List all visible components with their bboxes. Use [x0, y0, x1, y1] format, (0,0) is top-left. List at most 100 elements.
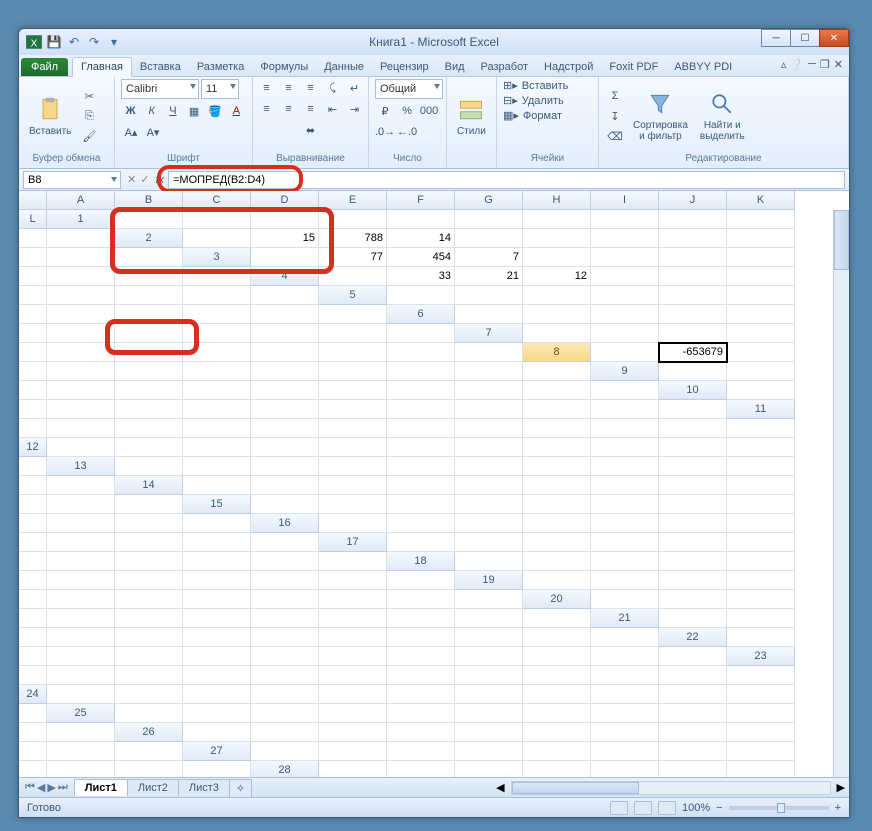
cell[interactable] [115, 305, 183, 324]
vertical-scrollbar[interactable] [833, 210, 849, 777]
cell[interactable]: 21 [455, 267, 523, 286]
tab-foxit[interactable]: Foxit PDF [601, 58, 666, 76]
cell[interactable] [727, 324, 795, 343]
cell[interactable] [523, 438, 591, 457]
cell[interactable] [591, 305, 659, 324]
cell[interactable] [183, 343, 251, 362]
cell[interactable] [251, 590, 319, 609]
cell[interactable] [387, 685, 455, 704]
cell[interactable] [47, 533, 115, 552]
currency-icon[interactable]: ₽ [375, 102, 395, 120]
align-top-icon[interactable]: ≡ [257, 79, 277, 97]
cell[interactable] [727, 666, 795, 685]
tab-abbyy[interactable]: ABBYY PDI [666, 58, 740, 76]
cell[interactable] [523, 210, 591, 229]
cell[interactable] [727, 628, 795, 647]
cell[interactable]: 33 [387, 267, 455, 286]
cell[interactable] [115, 685, 183, 704]
cell[interactable] [251, 210, 319, 229]
cell[interactable] [19, 495, 47, 514]
cell[interactable] [319, 742, 387, 761]
cell[interactable]: 77 [319, 248, 387, 267]
cell[interactable] [387, 476, 455, 495]
cell[interactable] [387, 609, 455, 628]
cell[interactable] [19, 514, 47, 533]
cell[interactable] [19, 324, 47, 343]
comma-icon[interactable]: 000 [419, 102, 439, 120]
cell[interactable] [659, 514, 727, 533]
cell[interactable] [455, 761, 523, 777]
cell[interactable] [47, 286, 115, 305]
cell[interactable]: 15 [251, 229, 319, 248]
cell[interactable] [659, 742, 727, 761]
cell[interactable] [115, 210, 183, 229]
cell[interactable] [19, 742, 47, 761]
cell[interactable] [183, 362, 251, 381]
cell[interactable] [591, 628, 659, 647]
cell[interactable] [659, 723, 727, 742]
cell[interactable] [183, 210, 251, 229]
cell[interactable] [183, 723, 251, 742]
cell[interactable] [455, 210, 523, 229]
cell[interactable] [387, 590, 455, 609]
cell[interactable] [455, 400, 523, 419]
cancel-formula-icon[interactable]: ✕ [127, 173, 136, 186]
cell[interactable] [47, 761, 115, 777]
row-header[interactable]: 2 [115, 229, 183, 248]
cell[interactable] [319, 343, 387, 362]
cell[interactable] [523, 514, 591, 533]
cell[interactable] [251, 286, 319, 305]
doc-close-icon[interactable]: ✕ [834, 58, 843, 71]
row-header[interactable]: 11 [727, 400, 795, 419]
help-icon[interactable]: ❔ [790, 58, 804, 71]
scroll-thumb[interactable] [512, 782, 639, 794]
cell[interactable] [659, 647, 727, 666]
tab-view[interactable]: Вид [437, 58, 473, 76]
cell[interactable] [523, 457, 591, 476]
cell[interactable] [47, 438, 115, 457]
row-header[interactable]: 1 [47, 210, 115, 229]
cell[interactable] [319, 723, 387, 742]
cell[interactable] [727, 305, 795, 324]
cell[interactable] [47, 229, 115, 248]
cell[interactable] [455, 438, 523, 457]
cell[interactable] [659, 210, 727, 229]
cell[interactable] [387, 495, 455, 514]
cell[interactable] [591, 761, 659, 777]
cell[interactable] [251, 742, 319, 761]
cell[interactable] [455, 609, 523, 628]
cell[interactable] [115, 457, 183, 476]
cell[interactable] [183, 666, 251, 685]
doc-minimize-icon[interactable]: ─ [808, 58, 816, 71]
cell[interactable] [727, 419, 795, 438]
cell[interactable] [387, 419, 455, 438]
copy-icon[interactable]: ⎘ [79, 107, 99, 125]
row-header[interactable]: 27 [183, 742, 251, 761]
cell[interactable] [523, 381, 591, 400]
cell[interactable] [19, 286, 47, 305]
cell[interactable] [319, 267, 387, 286]
cell[interactable] [455, 229, 523, 248]
cell[interactable] [19, 647, 47, 666]
tab-formulas[interactable]: Формулы [252, 58, 316, 76]
cell[interactable] [455, 666, 523, 685]
cell[interactable] [19, 267, 47, 286]
cell[interactable] [387, 704, 455, 723]
column-header[interactable]: B [115, 191, 183, 210]
cell[interactable] [319, 666, 387, 685]
cell[interactable] [251, 628, 319, 647]
cell[interactable] [659, 248, 727, 267]
cell[interactable] [47, 267, 115, 286]
cell[interactable] [183, 476, 251, 495]
cell[interactable] [387, 381, 455, 400]
cell[interactable] [47, 552, 115, 571]
row-header[interactable]: 9 [591, 362, 659, 381]
cell[interactable] [19, 552, 47, 571]
align-bottom-icon[interactable]: ≡ [301, 79, 321, 97]
cell[interactable] [115, 381, 183, 400]
cell[interactable] [659, 704, 727, 723]
cell[interactable] [319, 305, 387, 324]
cell[interactable] [19, 400, 47, 419]
cell[interactable] [19, 362, 47, 381]
cell[interactable] [523, 647, 591, 666]
